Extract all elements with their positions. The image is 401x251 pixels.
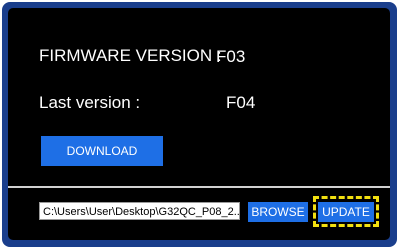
last-version-label: Last version :	[39, 93, 141, 112]
firmware-update-window: FIRMWARE VERSION : F03 Last version : F0…	[2, 2, 397, 247]
browse-button[interactable]: BROWSE	[248, 202, 308, 222]
file-path-field[interactable]: C:\Users\User\Desktop\G32QC_P08_2...	[39, 202, 240, 220]
download-button[interactable]: DOWNLOAD	[41, 136, 163, 166]
firmware-panel: FIRMWARE VERSION : F03 Last version : F0…	[8, 8, 390, 240]
update-button[interactable]: UPDATE	[318, 202, 374, 222]
firmware-version-label: FIRMWARE VERSION :	[39, 46, 222, 65]
firmware-version-value: F03	[216, 47, 246, 66]
divider	[8, 186, 390, 188]
last-version-value: F04	[226, 93, 256, 112]
